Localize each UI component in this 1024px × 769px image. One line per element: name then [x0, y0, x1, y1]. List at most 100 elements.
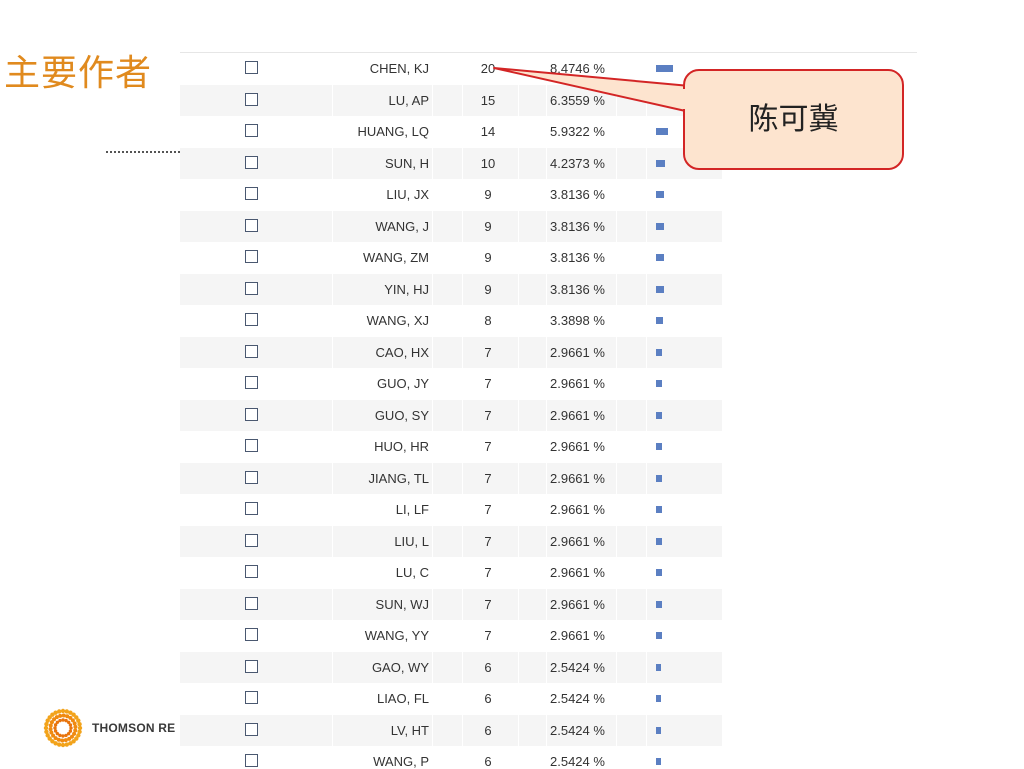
row-checkbox[interactable] [245, 533, 258, 547]
row-checkbox[interactable] [245, 313, 258, 326]
percent-of-records: 2.9661 % [550, 470, 605, 486]
row-checkbox[interactable] [245, 407, 258, 421]
row-checkbox[interactable] [245, 722, 258, 736]
column-separator [646, 620, 647, 651]
column-separator [432, 305, 433, 336]
percent-bar [656, 128, 668, 135]
column-separator [518, 53, 519, 84]
row-checkbox[interactable] [245, 439, 258, 452]
column-separator [432, 273, 433, 305]
author-name: WANG, J [375, 218, 429, 234]
column-separator [432, 53, 433, 84]
row-checkbox[interactable] [245, 218, 258, 232]
column-separator [616, 714, 617, 746]
slide-title: 主要作者 [4, 53, 153, 94]
column-separator [646, 746, 647, 769]
percent-of-records: 2.9661 % [550, 565, 605, 580]
percent-of-records: 2.9661 % [550, 502, 605, 517]
percent-of-records: 2.9661 % [550, 533, 605, 549]
record-count: 6 [484, 754, 492, 769]
table-row: WANG, J 9 3.8136 % [180, 210, 722, 242]
column-separator [646, 557, 647, 588]
column-separator [546, 431, 547, 462]
record-count: 7 [484, 502, 492, 517]
column-separator [432, 746, 433, 769]
column-separator [432, 116, 433, 147]
percent-bar [656, 254, 664, 261]
column-separator [332, 84, 333, 116]
row-checkbox[interactable] [245, 470, 258, 484]
column-separator [332, 683, 333, 714]
row-checkbox[interactable] [245, 691, 258, 704]
row-checkbox[interactable] [245, 92, 258, 106]
author-name: WANG, P [373, 754, 429, 769]
row-checkbox[interactable] [245, 596, 258, 610]
row-checkbox[interactable] [245, 187, 258, 200]
column-separator [546, 368, 547, 399]
table-row: JIANG, TL 7 2.9661 % [180, 462, 722, 494]
column-separator [546, 273, 547, 305]
row-checkbox[interactable] [245, 659, 258, 673]
author-name: WANG, YY [364, 628, 429, 643]
column-separator [518, 242, 519, 273]
author-name: LIU, L [394, 533, 429, 549]
column-separator [646, 431, 647, 462]
table-row: SUN, WJ 7 2.9661 % [180, 588, 722, 620]
column-separator [332, 305, 333, 336]
column-separator [616, 336, 617, 368]
percent-bar [656, 285, 664, 293]
column-separator [332, 525, 333, 557]
percent-bar [656, 443, 662, 450]
percent-bar [656, 96, 669, 104]
column-separator [616, 368, 617, 399]
row-checkbox[interactable] [245, 155, 258, 169]
record-count: 7 [484, 596, 492, 612]
column-separator [616, 399, 617, 431]
percent-bar [656, 380, 662, 387]
percent-bar [656, 317, 663, 324]
column-separator [616, 179, 617, 210]
column-separator [518, 147, 519, 179]
column-separator [546, 683, 547, 714]
percent-of-records: 2.9661 % [550, 439, 605, 454]
column-separator [332, 399, 333, 431]
table-row: LU, C 7 2.9661 % [180, 557, 722, 588]
column-separator [332, 431, 333, 462]
table-row: CAO, HX 7 2.9661 % [180, 336, 722, 368]
column-separator [546, 620, 547, 651]
column-separator [646, 147, 647, 179]
table-row: WANG, YY 7 2.9661 % [180, 620, 722, 651]
record-count: 8 [484, 313, 492, 328]
column-separator [546, 116, 547, 147]
column-separator [616, 683, 617, 714]
row-checkbox[interactable] [245, 124, 258, 137]
thomson-reuters-logo: THOMSON RE [42, 708, 182, 748]
column-separator [332, 746, 333, 769]
percent-bar [656, 348, 662, 356]
column-separator [616, 620, 617, 651]
row-checkbox[interactable] [245, 565, 258, 578]
row-checkbox[interactable] [245, 281, 258, 295]
percent-of-records: 3.8136 % [550, 187, 605, 202]
row-checkbox[interactable] [245, 376, 258, 389]
column-separator [646, 651, 647, 683]
row-checkbox[interactable] [245, 628, 258, 641]
column-separator [616, 746, 617, 769]
row-checkbox[interactable] [245, 502, 258, 515]
dotted-leader [106, 143, 180, 153]
record-count: 9 [484, 281, 492, 297]
author-name: YIN, HJ [384, 281, 429, 297]
column-separator [616, 242, 617, 273]
record-count: 10 [480, 155, 496, 171]
row-checkbox[interactable] [245, 754, 258, 767]
row-checkbox[interactable] [245, 344, 258, 358]
record-count: 9 [484, 187, 492, 202]
row-checkbox[interactable] [245, 61, 258, 74]
column-separator [646, 336, 647, 368]
table-row: GAO, WY 6 2.5424 % [180, 651, 722, 683]
row-checkbox[interactable] [245, 250, 258, 263]
column-separator [518, 714, 519, 746]
column-separator [616, 588, 617, 620]
column-separator [546, 714, 547, 746]
record-count: 6 [484, 691, 492, 706]
